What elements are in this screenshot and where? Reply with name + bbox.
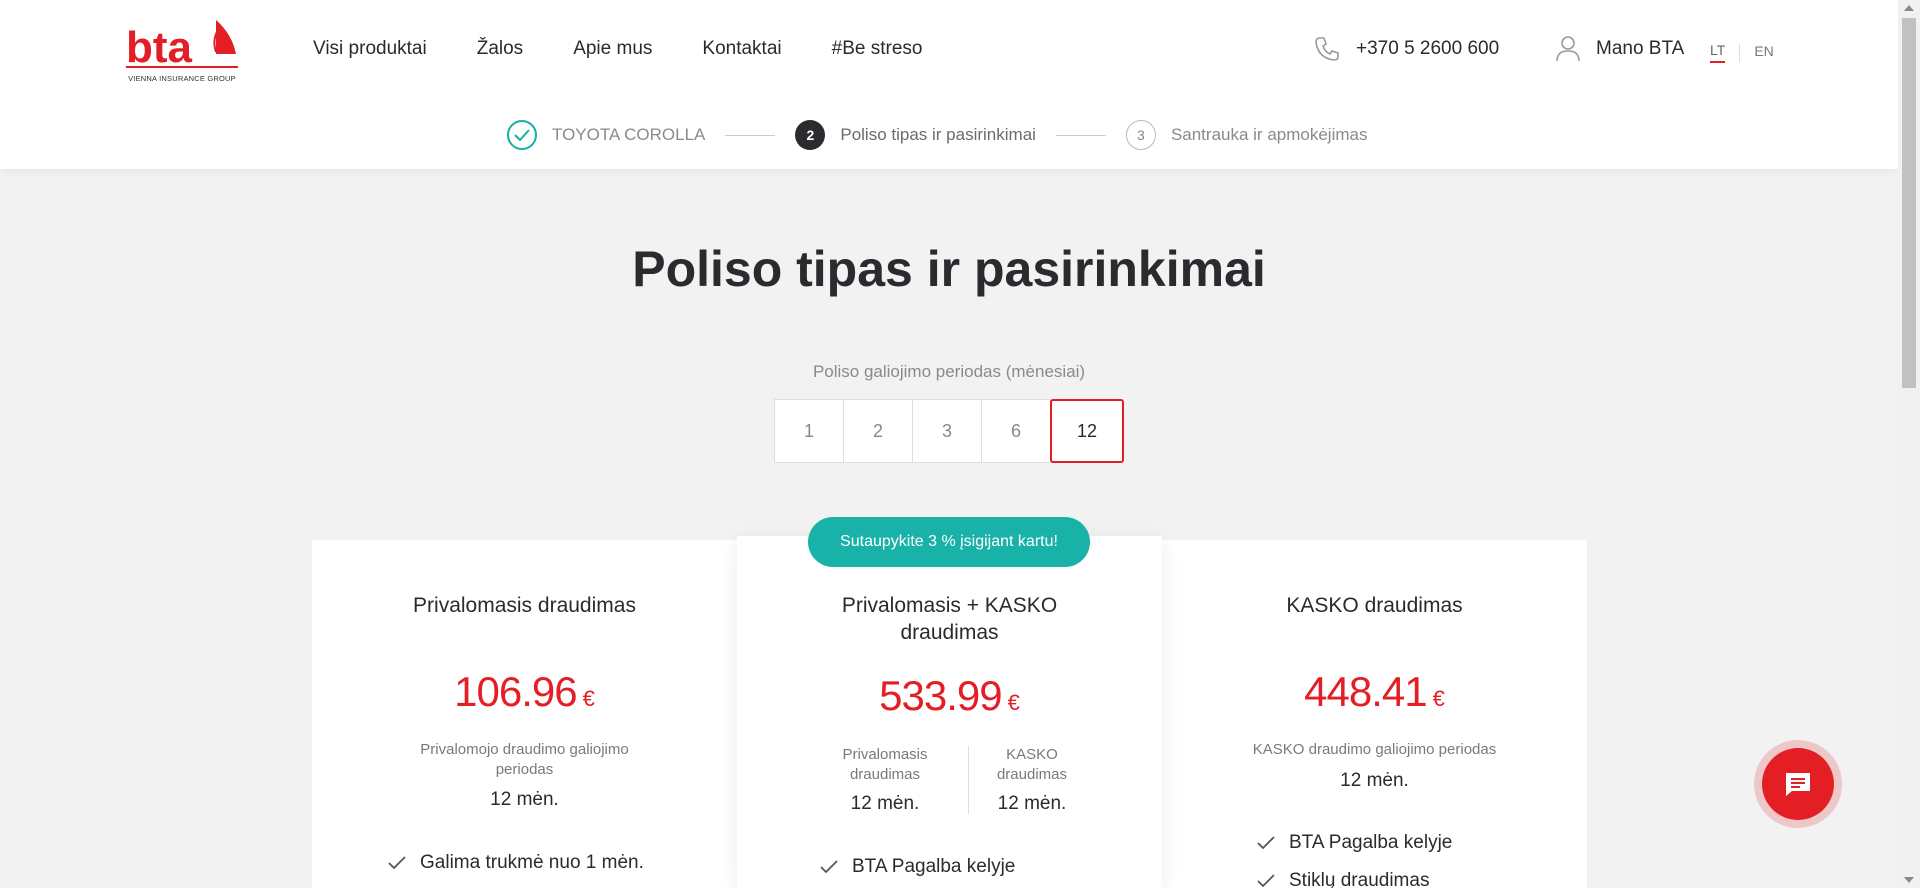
feature-item: BTA Pagalba kelyje bbox=[1257, 832, 1452, 854]
chat-button-inner bbox=[1762, 748, 1834, 820]
chat-icon bbox=[1786, 773, 1810, 796]
price-amount: 533.99 bbox=[879, 672, 1002, 719]
feature-label: BTA Pagalba kelyje bbox=[852, 856, 1016, 877]
step-1-circle bbox=[507, 120, 537, 150]
period-description: KASKO draudimo galiojimo periodas bbox=[1252, 741, 1497, 758]
card-price: 448.41 € bbox=[1162, 668, 1587, 716]
language-switcher: LT EN bbox=[1710, 42, 1774, 63]
lang-divider bbox=[1739, 43, 1741, 62]
account-link[interactable]: Mano BTA bbox=[1554, 34, 1684, 64]
step-3: 3 Santrauka ir apmokėjimas bbox=[1125, 120, 1368, 150]
feature-item: Stiklų draudimas bbox=[1257, 870, 1429, 888]
logo-subtitle: VIENNA INSURANCE GROUP bbox=[128, 74, 236, 83]
lang-lt[interactable]: LT bbox=[1710, 42, 1726, 63]
nav-visi-produktai[interactable]: Visi produktai bbox=[313, 38, 427, 60]
lang-en[interactable]: EN bbox=[1754, 43, 1773, 62]
nav-zalos[interactable]: Žalos bbox=[477, 38, 523, 60]
checkout-stepper: TOYOTA COROLLA 2 Poliso tipas ir pasirin… bbox=[507, 120, 1367, 150]
scroll-down-arrow[interactable] bbox=[1904, 877, 1914, 883]
page-scrollbar[interactable] bbox=[1898, 0, 1920, 888]
card-title: Privalomasis + KASKO draudimas bbox=[841, 594, 1058, 644]
savings-badge: Sutaupykite 3 % įsigijant kartu! bbox=[808, 517, 1090, 567]
price-currency: € bbox=[1432, 686, 1445, 711]
step-1-label: TOYOTA COROLLA bbox=[552, 125, 706, 144]
account-label: Mano BTA bbox=[1596, 38, 1685, 59]
step-connector bbox=[1055, 134, 1106, 136]
card-title: Privalomasis draudimas bbox=[413, 594, 636, 617]
check-icon bbox=[820, 860, 838, 874]
period-selector: 1 2 3 6 12 bbox=[774, 399, 1124, 463]
scrollbar-thumb[interactable] bbox=[1902, 18, 1916, 388]
feature-label: BTA Pagalba kelyje bbox=[1289, 832, 1453, 853]
split-value: 12 mėn. bbox=[850, 793, 920, 814]
phone-icon bbox=[1315, 37, 1339, 61]
feature-item: BTA Pagalba kelyje bbox=[820, 856, 1015, 878]
feature-label: Galima trukmė nuo 1 mėn. bbox=[420, 852, 644, 873]
price-amount: 448.41 bbox=[1304, 668, 1427, 715]
phone-link[interactable]: +370 5 2600 600 bbox=[1312, 34, 1499, 64]
phone-number: +370 5 2600 600 bbox=[1356, 38, 1500, 59]
period-value: 12 mėn. bbox=[1340, 770, 1409, 791]
step-2: 2 Poliso tipas ir pasirinkimai bbox=[795, 120, 1036, 150]
period-value: 12 mėn. bbox=[490, 789, 559, 810]
split-divider bbox=[968, 746, 969, 814]
price-amount: 106.96 bbox=[454, 668, 577, 715]
main-nav: Visi produktai Žalos Apie mus Kontaktai … bbox=[313, 38, 922, 60]
step-3-label: Santrauka ir apmokėjimas bbox=[1170, 125, 1368, 144]
period-option-3[interactable]: 3 bbox=[912, 399, 982, 463]
page-title: Poliso tipas ir pasirinkimai bbox=[632, 241, 1266, 297]
check-icon bbox=[388, 856, 406, 870]
bta-logo[interactable]: bta VIENNA INSURANCE GROUP bbox=[124, 18, 240, 88]
split-label: KASKO draudimas bbox=[996, 746, 1068, 783]
card-price: 533.99 € bbox=[737, 672, 1162, 720]
period-option-12[interactable]: 12 bbox=[1050, 399, 1124, 463]
split-kasko: KASKO draudimas 12 mėn. bbox=[987, 745, 1077, 815]
split-label: Privalomasis draudimas bbox=[842, 746, 928, 783]
chat-button[interactable] bbox=[1754, 740, 1842, 828]
card-price: 106.96 € bbox=[312, 668, 737, 716]
logo-text: bta bbox=[126, 23, 193, 72]
period-description: Privalomojo draudimo galiojimo periodas bbox=[420, 741, 629, 778]
period-option-6[interactable]: 6 bbox=[981, 399, 1051, 463]
step-3-circle: 3 bbox=[1125, 120, 1156, 150]
step-2-label: Poliso tipas ir pasirinkimai bbox=[840, 125, 1036, 144]
period-label: Poliso galiojimo periodas (mėnesiai) bbox=[812, 362, 1086, 381]
step-2-circle: 2 bbox=[795, 120, 826, 150]
scroll-up-arrow[interactable] bbox=[1904, 5, 1914, 11]
policy-cards: Privalomasis draudimas 106.96 € Privalomo… bbox=[312, 536, 1587, 888]
check-icon bbox=[1257, 836, 1275, 850]
nav-apie-mus[interactable]: Apie mus bbox=[573, 38, 652, 60]
split-privalomasis: Privalomasis draudimas 12 mėn. bbox=[825, 745, 945, 815]
card-kasko[interactable]: KASKO draudimas 448.41 € KASKO draudimo g… bbox=[1162, 540, 1587, 888]
split-value: 12 mėn. bbox=[997, 793, 1067, 814]
nav-kontaktai[interactable]: Kontaktai bbox=[702, 38, 781, 60]
nav-be-streso[interactable]: #Be streso bbox=[832, 38, 923, 60]
step-connector bbox=[725, 134, 776, 136]
user-icon bbox=[1556, 36, 1580, 62]
period-option-2[interactable]: 2 bbox=[843, 399, 913, 463]
site-header: bta VIENNA INSURANCE GROUP Visi produkta… bbox=[0, 0, 1898, 169]
check-icon bbox=[514, 129, 530, 141]
step-1[interactable]: TOYOTA COROLLA bbox=[507, 120, 705, 150]
card-privalomasis-kasko[interactable]: Privalomasis + KASKO draudimas 533.99 € P… bbox=[737, 536, 1162, 888]
feature-item: Galima trukmė nuo 1 mėn. bbox=[388, 852, 644, 874]
price-currency: € bbox=[582, 686, 595, 711]
price-currency: € bbox=[1007, 690, 1020, 715]
card-title: KASKO draudimas bbox=[1286, 594, 1463, 617]
card-privalomasis[interactable]: Privalomasis draudimas 106.96 € Privalomo… bbox=[312, 540, 737, 888]
check-icon bbox=[1257, 874, 1275, 888]
period-option-1[interactable]: 1 bbox=[774, 399, 844, 463]
feature-label: Stiklų draudimas bbox=[1289, 870, 1430, 888]
